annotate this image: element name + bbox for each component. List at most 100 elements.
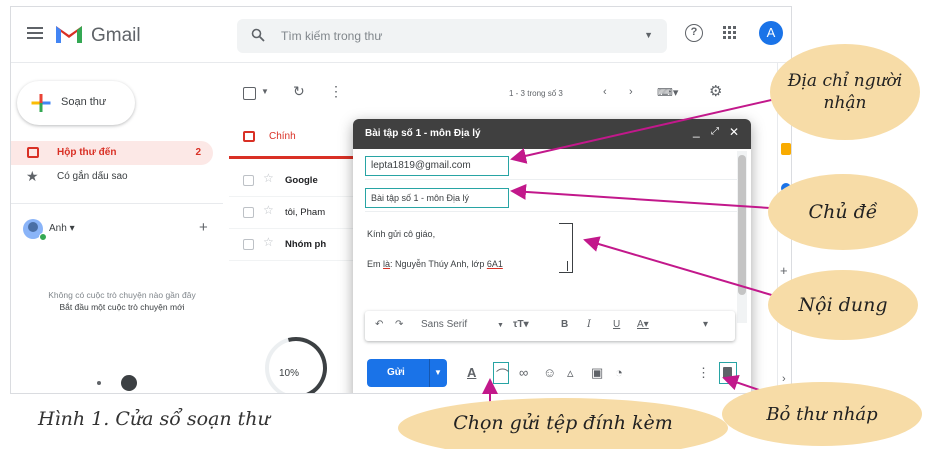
inbox-icon [27, 147, 39, 158]
undo-icon[interactable]: ↶ [375, 319, 383, 330]
font-caret-icon[interactable]: ▼ [497, 322, 504, 329]
message-body-line[interactable]: Em là: Nguyễn Thúy Anh, lớp 6A1 [367, 259, 503, 269]
mail-row[interactable]: ☆ Google [229, 165, 369, 197]
font-family-select[interactable]: Sans Serif [421, 319, 467, 330]
text-cursor [567, 261, 568, 271]
row-checkbox[interactable] [243, 207, 254, 218]
message-body-line[interactable]: Kính gửi cô giáo, [367, 229, 435, 239]
start-chat-link[interactable]: Bắt đầu một cuộc trò chuyện mới [27, 301, 217, 313]
compose-label: Soạn thư [61, 96, 107, 108]
font-size-icon[interactable]: τT▾ [513, 319, 529, 330]
formatting-options-icon[interactable]: A [467, 365, 476, 380]
keep-icon[interactable] [781, 143, 791, 155]
compose-window: Bài tập số 1 - môn Địa lý _ ⤢ ✕ lepta181… [353, 119, 751, 393]
refresh-icon[interactable]: ↻ [293, 83, 305, 100]
row-sender: Nhóm ph [285, 239, 327, 250]
sidebar-divider [11, 203, 223, 204]
text-color-icon[interactable]: A▾ [637, 319, 649, 330]
recipient-field[interactable]: lepta1819@gmail.com [365, 156, 509, 176]
more-options-icon[interactable]: ⋮ [697, 365, 710, 381]
sidebar-item-label: Có gắn dấu sao [57, 171, 128, 182]
insert-photo-icon[interactable]: ▣ [591, 365, 603, 381]
sidebar-item-inbox[interactable]: Hộp thư đến 2 [11, 141, 213, 165]
row-star-icon[interactable]: ☆ [263, 203, 274, 217]
next-page-icon[interactable]: › [629, 86, 633, 98]
row-sender: tôi, Pham [285, 207, 326, 218]
emoji-icon[interactable]: ☺ [543, 365, 556, 380]
callout-recipient-address: Địa chỉ người nhận [770, 44, 920, 140]
subject-field[interactable]: Bài tập số 1 - môn Địa lý [365, 188, 509, 208]
more-format-caret-icon[interactable]: ▾ [703, 319, 708, 330]
send-button[interactable]: Gửi ▼ [367, 359, 447, 387]
primary-tab-icon [243, 131, 255, 142]
star-icon: ★ [26, 168, 39, 184]
field-divider [365, 179, 741, 180]
search-icon[interactable] [251, 28, 265, 42]
search-input[interactable]: Tìm kiếm trong thư [281, 29, 382, 43]
tab-label: Chính [269, 131, 296, 142]
minimize-icon[interactable]: _ [693, 124, 700, 138]
mail-row[interactable]: ☆ tôi, Pham [229, 197, 369, 229]
send-label: Gửi [387, 367, 405, 378]
search-options-caret-icon[interactable]: ▼ [644, 30, 653, 40]
new-chat-plus-icon[interactable]: + [199, 219, 208, 236]
scrollbar-thumb[interactable] [738, 155, 746, 295]
body-text: Em [367, 259, 384, 269]
trash-icon[interactable] [723, 367, 732, 378]
hamburger-menu-icon[interactable] [27, 27, 43, 39]
field-divider [365, 211, 741, 212]
callout-subject: Chủ đề [768, 174, 918, 250]
gmail-window: Gmail Tìm kiếm trong thư ▼ ? A Soạn thư [10, 6, 792, 394]
send-divider [429, 359, 430, 387]
hangouts-user-menu[interactable]: Anh ▾ [49, 223, 75, 234]
compose-header[interactable]: Bài tập số 1 - môn Địa lý _ ⤢ ✕ [353, 119, 751, 149]
help-icon[interactable]: ? [685, 24, 703, 42]
input-tools-icon[interactable]: ⌨▾ [657, 86, 678, 99]
spellcheck-word: 6A1 [486, 259, 503, 269]
contacts-dot-icon[interactable] [97, 381, 101, 385]
bold-icon[interactable]: B [561, 319, 568, 330]
body-scrollbar[interactable] [737, 151, 747, 323]
storage-progress-label: 10% [279, 368, 300, 379]
row-sender: Google [285, 175, 318, 186]
row-checkbox[interactable] [243, 239, 254, 250]
chat-empty-message: Không có cuộc trò chuyện nào gần đây Bắt… [27, 289, 217, 313]
select-caret-icon[interactable]: ▼ [261, 87, 269, 96]
figure-caption: Hình 1. Cửa sổ soạn thư [38, 408, 270, 430]
row-checkbox[interactable] [243, 175, 254, 186]
sidebar-item-starred[interactable]: ★ Có gắn dấu sao [11, 165, 213, 189]
search-bar[interactable]: Tìm kiếm trong thư ▼ [237, 19, 667, 53]
row-star-icon[interactable]: ☆ [263, 171, 274, 185]
fullscreen-icon[interactable]: ⤢ [711, 126, 719, 137]
account-avatar[interactable]: A [759, 21, 783, 45]
underline-icon[interactable]: U [613, 319, 620, 330]
mail-row[interactable]: ☆ Nhóm ph [229, 229, 369, 261]
apps-grid-icon[interactable] [723, 26, 737, 40]
compose-button[interactable]: Soạn thư [17, 81, 135, 125]
spellcheck-word: là [383, 259, 391, 269]
hangouts-icon[interactable] [121, 375, 137, 391]
send-options-caret-icon[interactable]: ▼ [434, 368, 442, 377]
italic-icon[interactable]: I [587, 319, 591, 330]
callout-discard-draft: Bỏ thư nháp [722, 382, 922, 446]
confidential-mode-icon[interactable]: ◔ [615, 365, 623, 380]
row-star-icon[interactable]: ☆ [263, 235, 274, 249]
select-all-checkbox[interactable] [243, 87, 256, 100]
compose-title: Bài tập số 1 - môn Địa lý [365, 128, 481, 139]
insert-link-icon[interactable]: ∞ [519, 365, 528, 380]
get-addons-plus-icon[interactable]: + [780, 263, 788, 278]
sidebar-item-label: Hộp thư đến [57, 147, 117, 158]
online-status-dot [39, 233, 47, 241]
inbox-unread-count: 2 [195, 147, 201, 158]
body-bracket-marker [559, 223, 573, 273]
callout-attach: Chọn gửi tệp đính kèm [398, 398, 728, 449]
formatting-toolbar: ↶ ↷ Sans Serif ▼ τT▾ B I U A▾ ▾ [365, 311, 735, 341]
prev-page-icon[interactable]: ‹ [603, 86, 607, 98]
attach-file-icon[interactable]: ⌒ [496, 365, 509, 384]
close-icon[interactable]: ✕ [729, 125, 739, 139]
settings-gear-icon[interactable]: ⚙ [709, 82, 722, 100]
more-vertical-icon[interactable]: ⋮ [329, 83, 343, 100]
redo-icon[interactable]: ↷ [395, 319, 403, 330]
drive-icon[interactable]: ▵ [567, 365, 574, 381]
tab-primary[interactable]: Chính [229, 117, 369, 159]
